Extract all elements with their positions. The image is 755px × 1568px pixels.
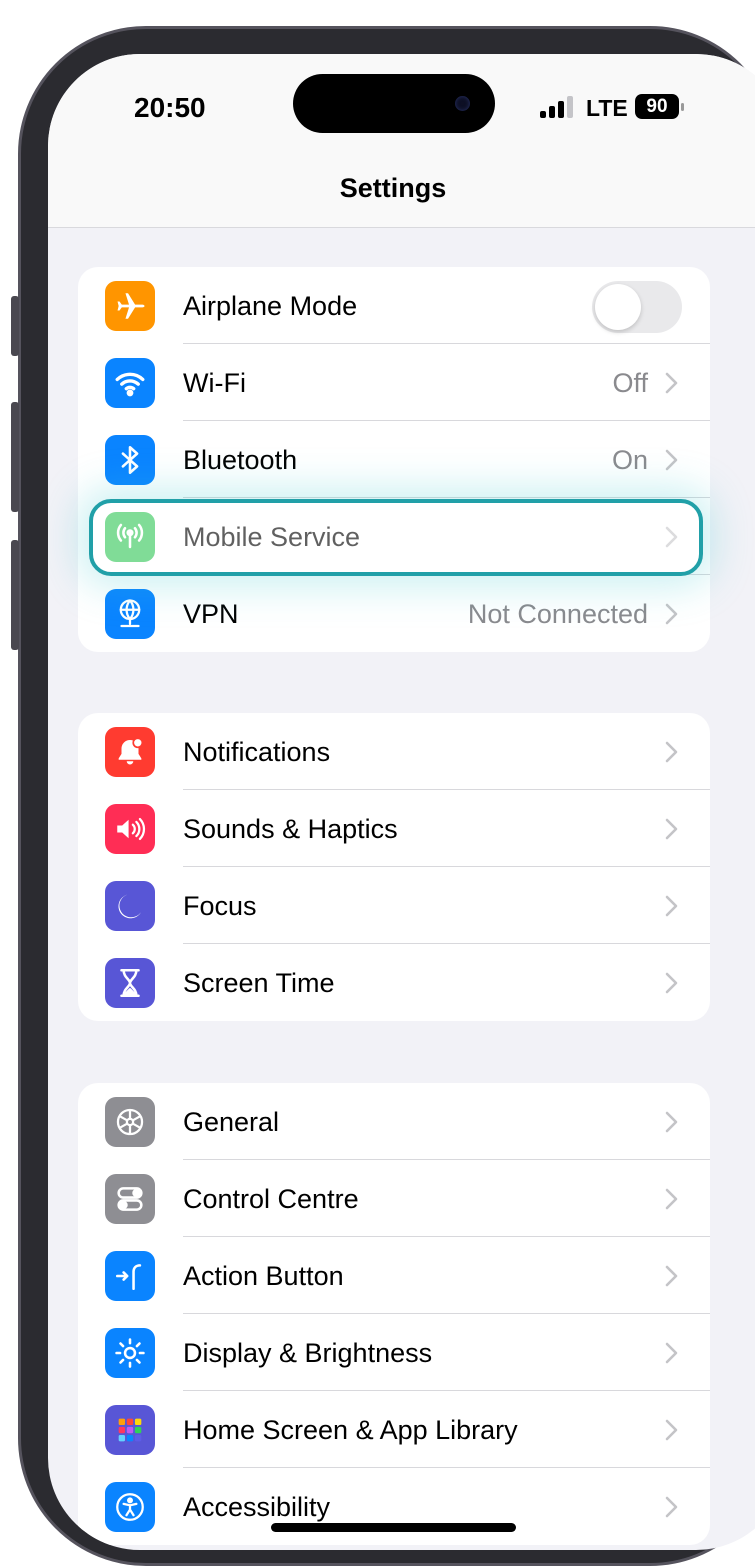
notifications-group: Notifications Sounds & Haptics Focus Scr…: [78, 713, 710, 1021]
chevron-right-icon: [665, 741, 678, 763]
airplane-icon: [105, 281, 155, 331]
hourglass-icon: [105, 958, 155, 1008]
signal-icon: [540, 96, 574, 118]
settings-row-label: Airplane Mode: [183, 291, 358, 321]
network-type: LTE: [586, 95, 628, 121]
chevron-right-icon: [665, 1342, 678, 1364]
bluetooth-icon: [105, 435, 155, 485]
settings-row-accessibility[interactable]: Accessibility: [78, 1468, 710, 1545]
settings-row-label: Sounds & Haptics: [183, 814, 398, 844]
battery-tip: [681, 103, 684, 111]
wifi-icon: [105, 358, 155, 408]
settings-row-action-button[interactable]: Action Button: [78, 1237, 710, 1314]
settings-row-label: Notifications: [183, 737, 331, 767]
chevron-right-icon: [665, 1419, 678, 1441]
settings-row-mobile-service[interactable]: Mobile Service: [78, 498, 710, 575]
chevron-right-icon: [665, 1111, 678, 1133]
settings-row-home-screen[interactable]: Home Screen & App Library: [78, 1391, 710, 1468]
settings-row-bluetooth[interactable]: Bluetooth On: [78, 421, 710, 498]
settings-row-label: VPN: [183, 599, 239, 629]
settings-row-label: Home Screen & App Library: [183, 1415, 518, 1445]
connectivity-group: Airplane Mode Wi-Fi Off Bluetooth On Mob…: [78, 267, 710, 652]
status-time: 20:50: [134, 92, 206, 123]
settings-row-sounds-haptics[interactable]: Sounds & Haptics: [78, 790, 710, 867]
settings-row-label: Screen Time: [183, 968, 335, 998]
battery-icon: 90: [635, 94, 679, 119]
chevron-right-icon: [665, 1265, 678, 1287]
chevron-right-icon: [665, 372, 678, 394]
action-button-icon: [105, 1251, 155, 1301]
settings-row-label: Accessibility: [183, 1492, 331, 1522]
airplane-mode-toggle[interactable]: [592, 281, 682, 333]
settings-row-label: Display & Brightness: [183, 1338, 433, 1368]
settings-row-vpn[interactable]: VPN Not Connected: [78, 575, 710, 652]
chevron-right-icon: [665, 972, 678, 994]
volume-up-button: [11, 402, 19, 512]
settings-row-display-brightness[interactable]: Display & Brightness: [78, 1314, 710, 1391]
mute-switch: [11, 296, 19, 356]
settings-row-value: On: [611, 445, 648, 475]
moon-icon: [105, 881, 155, 931]
gear-icon: [105, 1097, 155, 1147]
settings-row-label: General: [183, 1107, 280, 1137]
settings-row-screen-time[interactable]: Screen Time: [78, 944, 710, 1021]
dynamic-island: [293, 74, 495, 133]
page-title: Settings: [339, 173, 447, 203]
sun-icon: [105, 1328, 155, 1378]
screen: 20:50 LTE 90 Settings Airplane Mode Wi-F…: [48, 54, 755, 1550]
antenna-icon: [105, 512, 155, 562]
settings-row-control-centre[interactable]: Control Centre: [78, 1160, 710, 1237]
nav-header: 20:50 LTE 90 Settings: [48, 54, 755, 228]
settings-row-wifi[interactable]: Wi-Fi Off: [78, 344, 710, 421]
home-indicator[interactable]: [271, 1523, 516, 1532]
chevron-right-icon: [665, 895, 678, 917]
toggle-knob: [595, 284, 641, 330]
settings-row-label: Bluetooth: [183, 445, 298, 475]
settings-row-label: Focus: [183, 891, 257, 921]
settings-row-label: Mobile Service: [183, 522, 361, 552]
settings-row-focus[interactable]: Focus: [78, 867, 710, 944]
app-grid-icon: [105, 1405, 155, 1455]
chevron-right-icon: [665, 818, 678, 840]
globe-network-icon: [105, 589, 155, 639]
settings-row-value: Not Connected: [467, 599, 648, 629]
chevron-right-icon: [665, 603, 678, 625]
chevron-right-icon: [665, 449, 678, 471]
bell-icon: [105, 727, 155, 777]
general-group: General Control Centre Action Button Dis…: [78, 1083, 710, 1545]
chevron-right-icon: [665, 1188, 678, 1210]
settings-row-label: Action Button: [183, 1261, 344, 1291]
accessibility-icon: [105, 1482, 155, 1532]
settings-row-general[interactable]: General: [78, 1083, 710, 1160]
settings-row-label: Wi-Fi: [183, 368, 246, 398]
chevron-right-icon: [665, 526, 678, 548]
settings-row-notifications[interactable]: Notifications: [78, 713, 710, 790]
volume-down-button: [11, 540, 19, 650]
settings-row-value: Off: [612, 368, 648, 398]
front-camera: [455, 96, 470, 111]
speaker-icon: [105, 804, 155, 854]
settings-row-label: Control Centre: [183, 1184, 359, 1214]
switches-icon: [105, 1174, 155, 1224]
settings-row-airplane-mode[interactable]: Airplane Mode: [78, 267, 710, 344]
chevron-right-icon: [665, 1496, 678, 1518]
